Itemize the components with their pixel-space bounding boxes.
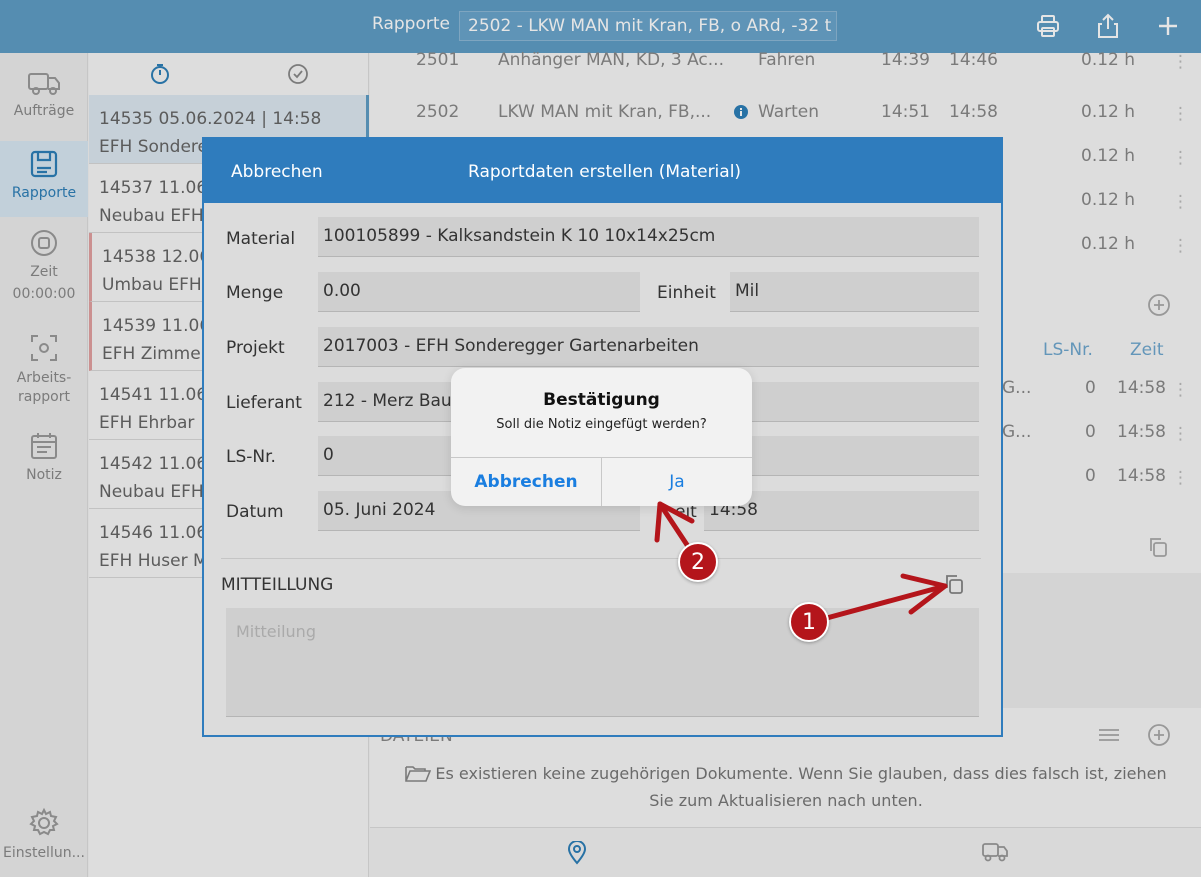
- annotation-badge-2: 2: [678, 542, 718, 582]
- annotation-badge-1: 1: [789, 602, 829, 642]
- annotation-arrows: [654, 501, 948, 625]
